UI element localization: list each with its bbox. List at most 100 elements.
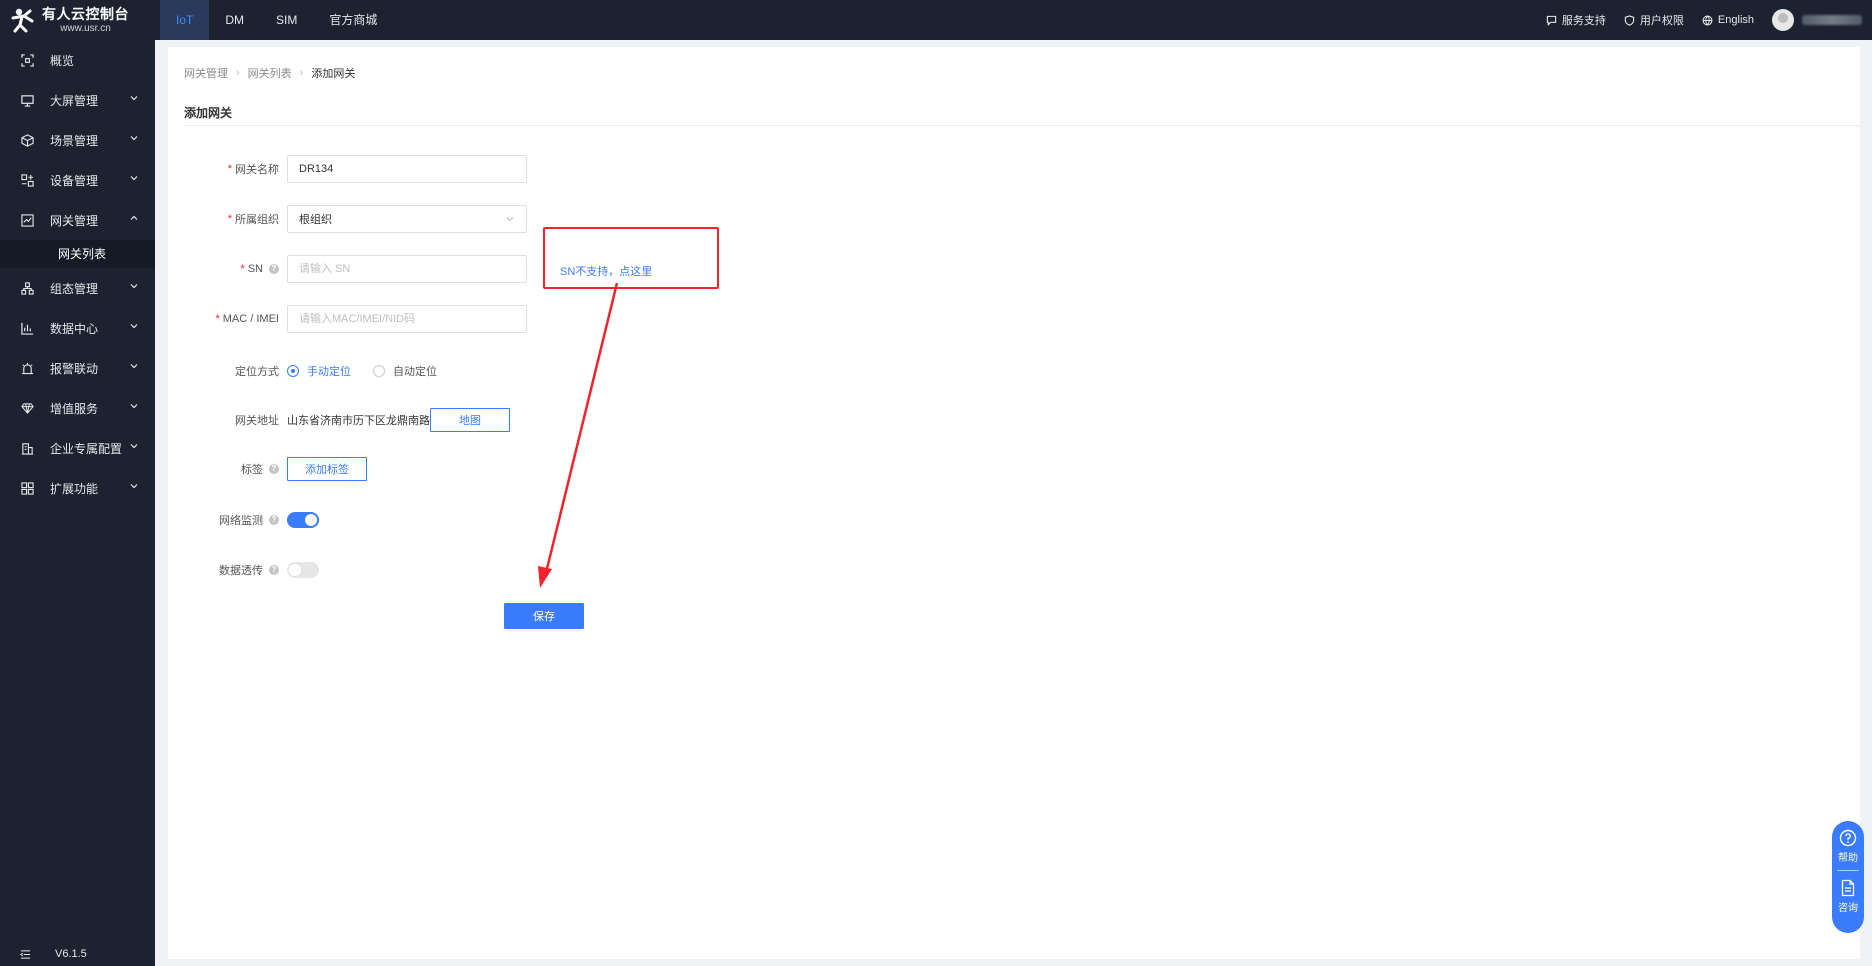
globe-icon bbox=[1702, 15, 1713, 26]
question-circle-icon bbox=[1839, 829, 1857, 847]
switch-knob bbox=[289, 564, 301, 576]
sidebar-item-label: 企业专属配置 bbox=[50, 441, 123, 456]
top-bar: 有人云控制台 www.usr.cn IoT DM SIM 官方商城 服务支持 用… bbox=[0, 0, 1872, 40]
screen-icon bbox=[20, 93, 34, 107]
help-button[interactable]: 帮助 bbox=[1838, 829, 1858, 864]
user-permissions-label: 用户权限 bbox=[1639, 15, 1684, 27]
sidebar-item-label: 组态管理 bbox=[50, 281, 99, 296]
chevron-down-icon bbox=[130, 176, 138, 181]
sidebar-item-value-added[interactable]: 增值服务 bbox=[0, 388, 155, 428]
user-permissions-link[interactable]: 用户权限 bbox=[1624, 12, 1684, 28]
tab-sim[interactable]: SIM bbox=[260, 0, 313, 40]
locate-method-label: 定位方式 bbox=[235, 366, 279, 378]
collapse-menu-icon[interactable] bbox=[20, 949, 31, 960]
sidebar-subitem-gateway-list[interactable]: 网关列表 bbox=[0, 240, 155, 268]
sidebar-item-extensions[interactable]: 扩展功能 bbox=[0, 468, 155, 508]
form-row-network: 网络监测? bbox=[168, 512, 319, 528]
version-footer: V6.1.5 bbox=[0, 948, 155, 960]
service-support-link[interactable]: 服务支持 bbox=[1546, 12, 1606, 28]
radio-dot bbox=[287, 365, 299, 377]
scene-icon bbox=[20, 133, 34, 147]
sidebar-item-scene[interactable]: 场景管理 bbox=[0, 120, 155, 160]
sidebar-item-label: 增值服务 bbox=[50, 401, 99, 416]
config-icon bbox=[20, 281, 34, 295]
chevron-down-icon bbox=[130, 284, 138, 289]
version-label: V6.1.5 bbox=[55, 948, 87, 960]
form-row-mac: * MAC / IMEI bbox=[168, 305, 527, 333]
chevron-down-icon bbox=[130, 136, 138, 141]
usr-logo-icon bbox=[10, 7, 36, 33]
tag-label: 标签? bbox=[168, 461, 287, 477]
title-divider bbox=[184, 125, 1860, 126]
sidebar-item-label: 数据中心 bbox=[50, 321, 99, 336]
chevron-down-icon bbox=[130, 96, 138, 101]
device-icon bbox=[20, 173, 34, 187]
username-redacted bbox=[1802, 15, 1862, 25]
diamond-icon bbox=[20, 401, 34, 415]
add-tag-button[interactable]: 添加标签 bbox=[287, 457, 367, 481]
sidebar-item-enterprise[interactable]: 企业专属配置 bbox=[0, 428, 155, 468]
sidebar-item-data[interactable]: 数据中心 bbox=[0, 308, 155, 348]
help-question-icon[interactable]: ? bbox=[269, 264, 279, 274]
sidebar-item-label: 设备管理 bbox=[50, 173, 99, 188]
sidebar-item-label: 报警联动 bbox=[50, 361, 99, 376]
consult-button[interactable]: 咨询 bbox=[1838, 879, 1858, 914]
chat-icon bbox=[1546, 15, 1557, 26]
tab-dm[interactable]: DM bbox=[209, 0, 260, 40]
breadcrumb-separator: › bbox=[236, 67, 240, 79]
sn-unsupported-link[interactable]: SN不支持，点这里 bbox=[560, 263, 652, 279]
radio-auto-label: 自动定位 bbox=[393, 366, 437, 378]
top-tabs: IoT DM SIM 官方商城 bbox=[160, 0, 393, 40]
form-row-locate: 定位方式 手动定位 自动定位 bbox=[168, 363, 459, 379]
radio-dot bbox=[373, 365, 385, 377]
map-button[interactable]: 地图 bbox=[430, 408, 510, 432]
sidebar-item-screen[interactable]: 大屏管理 bbox=[0, 80, 155, 120]
sidebar-item-label: 场景管理 bbox=[50, 133, 99, 148]
form-row-org: * 所属组织 根组织 bbox=[168, 205, 527, 233]
chevron-down-icon bbox=[506, 217, 514, 222]
sidebar-item-alarm[interactable]: 报警联动 bbox=[0, 348, 155, 388]
tab-mall[interactable]: 官方商城 bbox=[313, 0, 393, 40]
radio-auto-locate[interactable]: 自动定位 bbox=[373, 363, 437, 379]
sidebar-item-overview[interactable]: 概览 bbox=[0, 40, 155, 80]
chevron-down-icon bbox=[130, 484, 138, 489]
chevron-up-icon bbox=[130, 215, 138, 220]
organization-select[interactable]: 根组织 bbox=[287, 205, 527, 233]
alarm-icon bbox=[20, 361, 34, 375]
sn-input[interactable] bbox=[287, 255, 527, 283]
service-support-label: 服务支持 bbox=[1561, 15, 1606, 27]
annotation-red-box bbox=[543, 227, 719, 289]
help-question-icon[interactable]: ? bbox=[269, 515, 279, 525]
gateway-icon bbox=[20, 213, 34, 227]
sidebar-item-config[interactable]: 组态管理 bbox=[0, 268, 155, 308]
language-switch[interactable]: English bbox=[1702, 14, 1754, 26]
tab-iot[interactable]: IoT bbox=[160, 0, 210, 40]
brand-title: 有人云控制台 bbox=[42, 5, 129, 22]
sidebar-item-gateway[interactable]: 网关管理 bbox=[0, 200, 155, 240]
form-row-sn: * SN? bbox=[168, 255, 527, 283]
annotation-arrow bbox=[538, 282, 619, 588]
mac-imei-input[interactable] bbox=[287, 305, 527, 333]
grid-icon bbox=[20, 481, 34, 495]
avatar[interactable] bbox=[1772, 9, 1794, 31]
sidebar-item-device[interactable]: 设备管理 bbox=[0, 160, 155, 200]
save-button[interactable]: 保存 bbox=[504, 603, 584, 629]
floating-help-widget: 帮助 咨询 bbox=[1832, 821, 1864, 933]
gateway-name-input[interactable] bbox=[287, 155, 527, 183]
document-icon bbox=[1841, 879, 1855, 897]
breadcrumb-gateway-mgmt[interactable]: 网关管理 bbox=[184, 65, 228, 81]
network-monitor-switch[interactable] bbox=[287, 512, 319, 528]
consult-label: 咨询 bbox=[1838, 903, 1858, 914]
gateway-name-label: * 网关名称 bbox=[227, 163, 279, 176]
organization-label: * 所属组织 bbox=[227, 213, 279, 226]
help-question-icon[interactable]: ? bbox=[269, 565, 279, 575]
brand-logo[interactable]: 有人云控制台 www.usr.cn bbox=[0, 0, 160, 40]
breadcrumb-current: 添加网关 bbox=[311, 68, 356, 80]
radio-manual-locate[interactable]: 手动定位 bbox=[287, 363, 351, 379]
enterprise-icon bbox=[20, 441, 34, 455]
form-row-address: 网关地址 山东省济南市历下区龙鼎南路 地图 bbox=[168, 408, 510, 432]
breadcrumb-gateway-list[interactable]: 网关列表 bbox=[248, 65, 292, 81]
data-passthrough-switch[interactable] bbox=[287, 562, 319, 578]
sidebar-item-label: 概览 bbox=[50, 53, 75, 68]
help-question-icon[interactable]: ? bbox=[269, 464, 279, 474]
